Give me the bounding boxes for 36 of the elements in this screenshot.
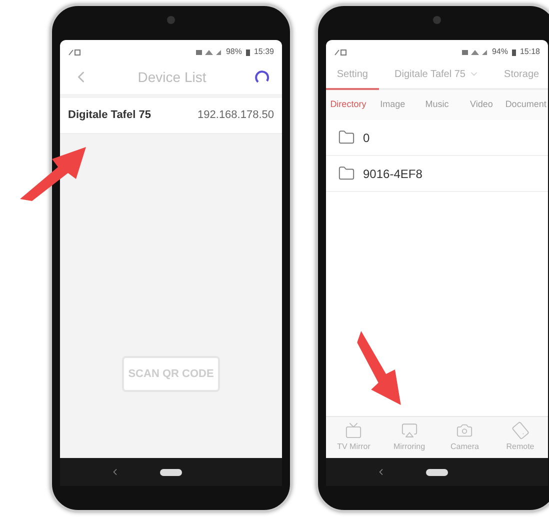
sub-tab[interactable]: Video (459, 90, 504, 120)
notification-icons (68, 48, 82, 56)
clock-time: 15:39 (254, 46, 274, 58)
tv-icon (345, 422, 362, 439)
device-ip: 192.168.178.50 (198, 108, 274, 124)
sub-tab[interactable]: Directory (326, 90, 370, 120)
toolbar-button[interactable]: Remote (492, 422, 548, 453)
device-name: Digitale Tafel 75 (68, 108, 151, 124)
arrow-icon (18, 145, 88, 201)
toolbar-button[interactable]: TV Mirror (326, 422, 382, 453)
signal-icons (462, 48, 488, 56)
folder-icon (338, 129, 355, 146)
screen-cast-icon (400, 422, 418, 439)
header-title: Device List (138, 68, 206, 86)
home-button[interactable] (160, 468, 182, 476)
notification-icons (334, 48, 348, 56)
battery-icon (246, 48, 250, 56)
battery-percent: 94% (492, 46, 508, 58)
home-button[interactable] (426, 468, 448, 476)
battery-percent: 98% (226, 46, 242, 58)
signal-icons (196, 48, 222, 56)
front-camera-icon (433, 16, 441, 24)
folder-icon (338, 165, 355, 182)
device-row[interactable]: Digitale Tafel 75 192.168.178.50 (60, 98, 282, 134)
toolbar-button[interactable]: Camera (437, 422, 492, 453)
front-camera-icon (167, 16, 175, 24)
toolbar-button[interactable]: Mirroring (382, 422, 437, 453)
loading-spinner-icon (254, 69, 270, 85)
clock-time: 15:18 (520, 46, 540, 58)
sub-tab[interactable]: Document (504, 90, 548, 120)
folder-row[interactable]: 0 (326, 120, 548, 156)
sub-tab[interactable]: Image (370, 90, 415, 120)
folder-row[interactable]: 9016-4EF8 (326, 156, 548, 192)
sub-tab[interactable]: Music (414, 90, 460, 120)
camera-icon (456, 422, 474, 439)
battery-icon (512, 48, 516, 56)
